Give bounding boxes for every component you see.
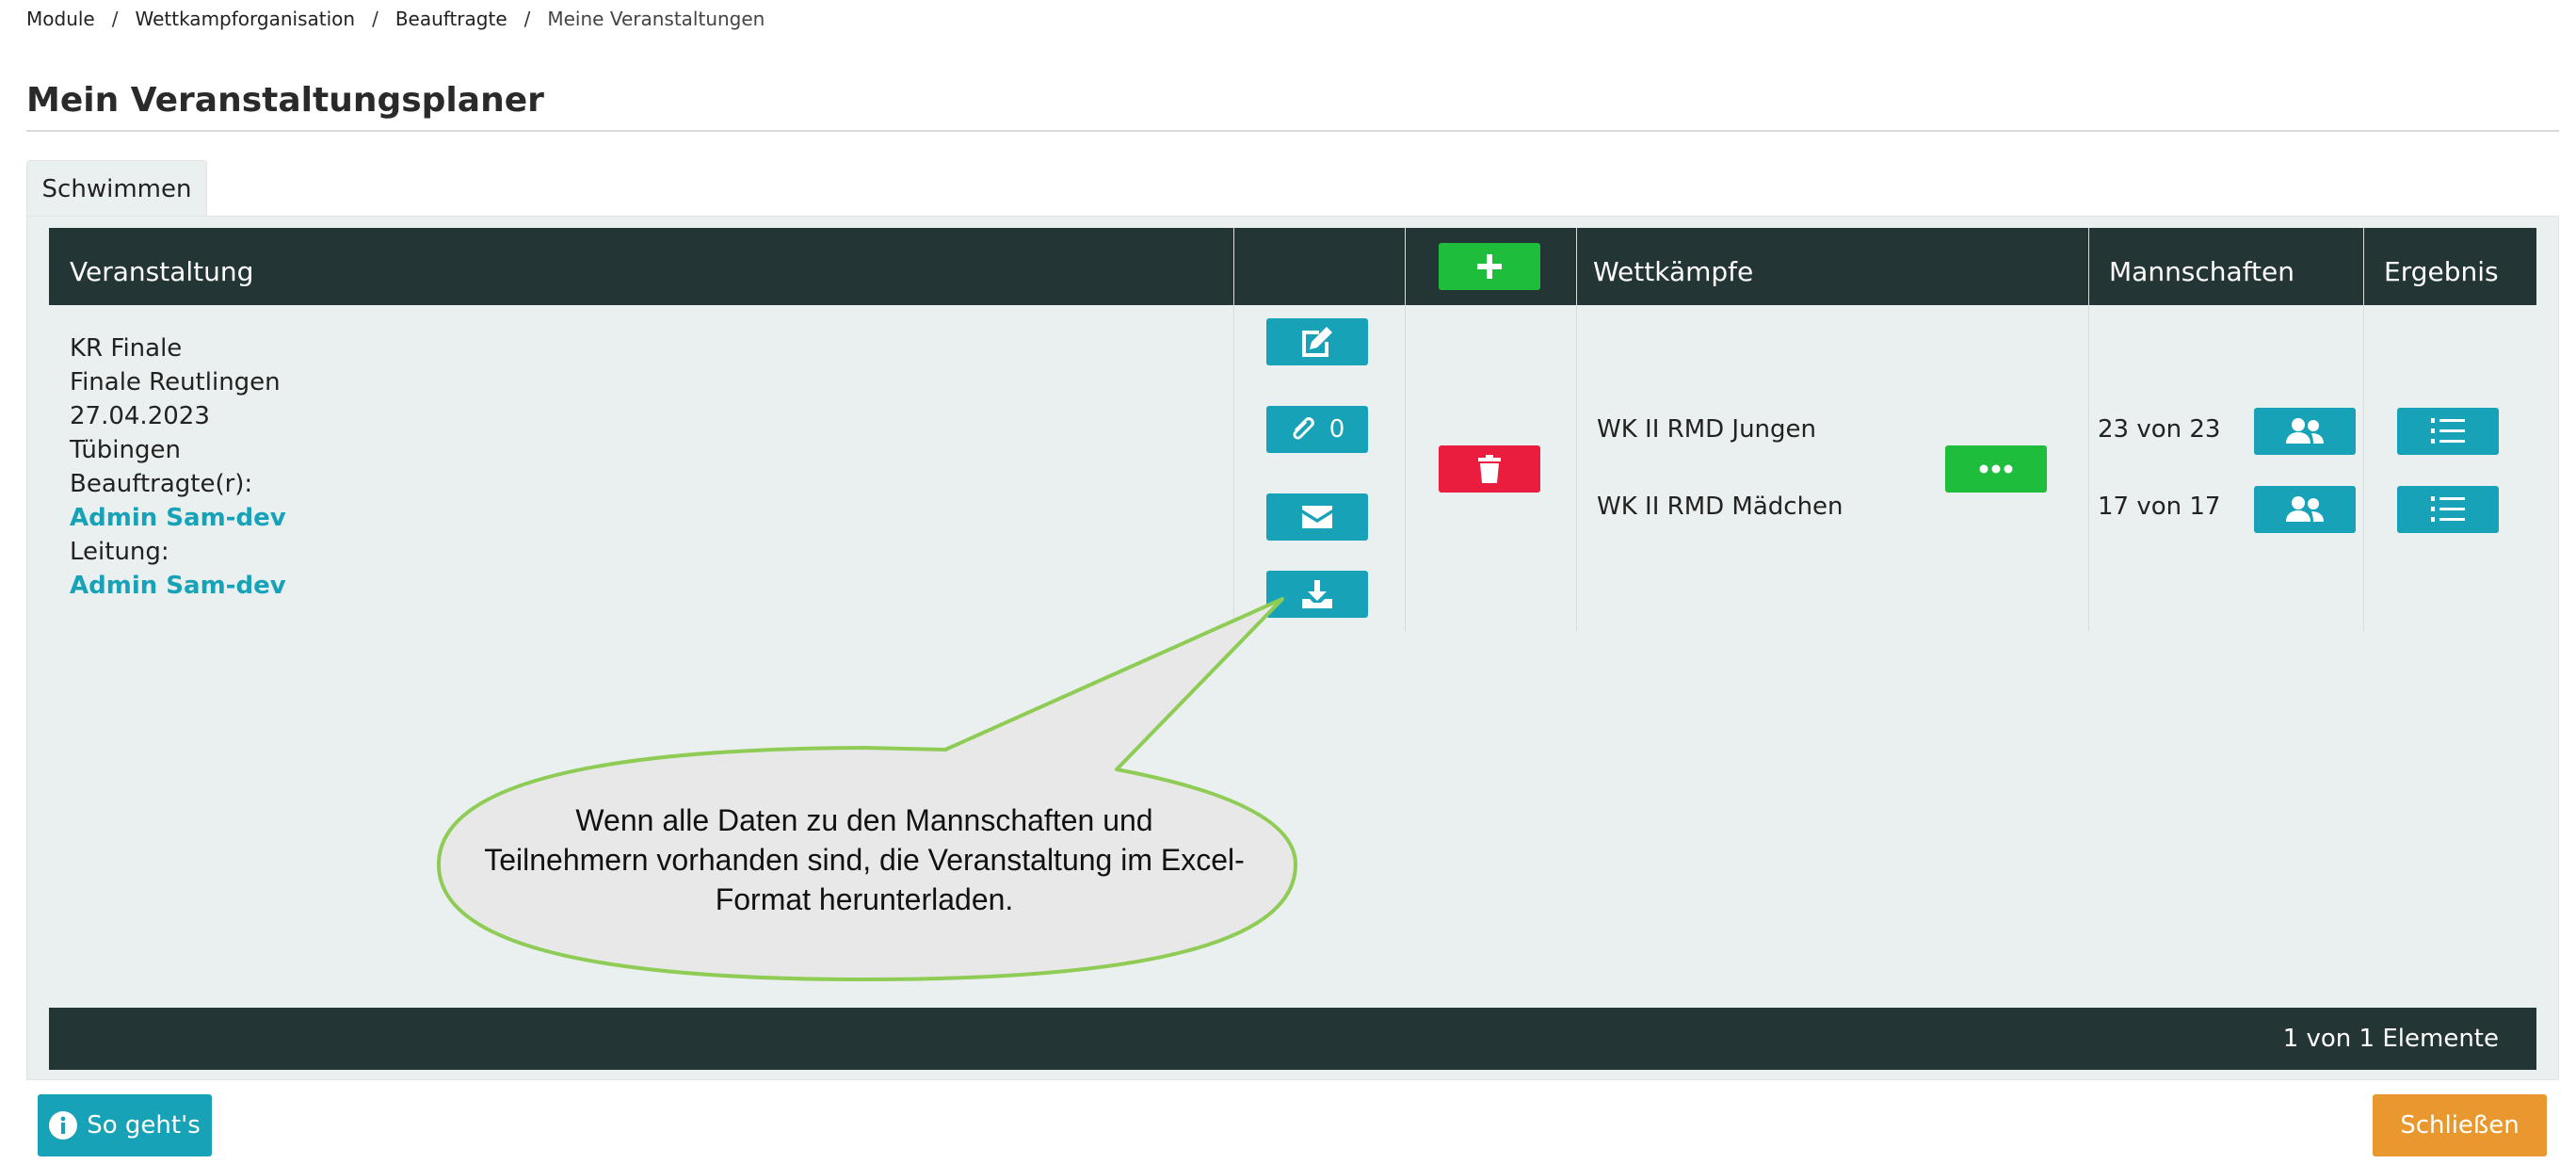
help-button-label: So geht's [87, 1111, 201, 1140]
close-button-label: Schließen [2400, 1111, 2520, 1140]
close-button[interactable]: Schließen [2373, 1094, 2547, 1156]
callout-line-2: Teilnehmern vorhanden sind, die Veransta… [484, 843, 1245, 877]
help-button[interactable]: So geht's [38, 1094, 212, 1156]
callout-line-1: Wenn alle Daten zu den Mannschaften und [575, 803, 1153, 837]
callout-line-3: Format herunterladen. [715, 882, 1014, 916]
callout-text: Wenn alle Daten zu den Mannschaften und … [450, 800, 1279, 919]
info-icon [49, 1111, 78, 1140]
callout-bubble [437, 597, 1297, 981]
